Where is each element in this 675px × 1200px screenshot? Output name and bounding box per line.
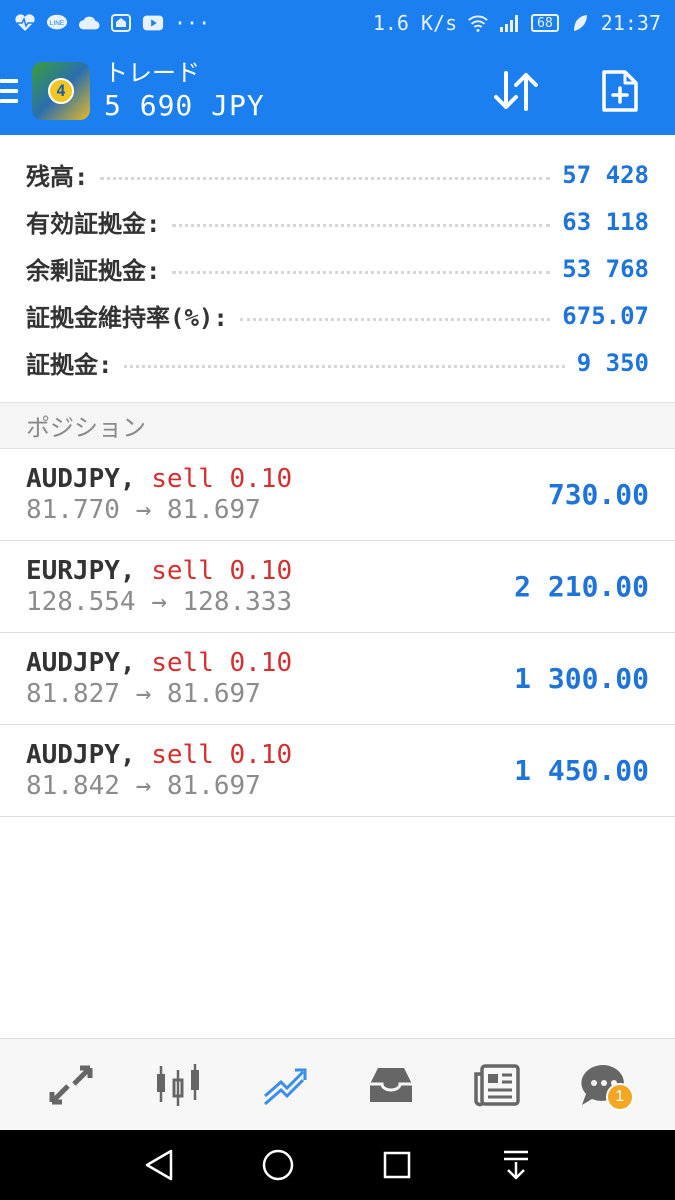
dotted-leader	[172, 271, 551, 274]
status-more: ···	[174, 11, 211, 35]
logo-badge: 4	[48, 77, 74, 104]
pull-down-icon	[503, 1150, 528, 1180]
summary-label: 証拠金維持率(%):	[26, 304, 228, 332]
sort-arrows-icon	[494, 70, 538, 111]
app-bar: 4 トレード 5 690 JPY	[0, 46, 675, 135]
summary-row-balance: 残高: 57 428	[26, 151, 649, 198]
summary-value: 675.07	[562, 301, 649, 330]
metatrader-logo-icon: 4	[32, 61, 90, 120]
position-separator: ,	[119, 739, 136, 770]
sort-button[interactable]	[491, 66, 541, 116]
wifi-icon	[467, 13, 489, 33]
position-row[interactable]: AUDJPY, sell 0.10 81.827 → 81.697 1 300.…	[0, 633, 675, 725]
summary-value: 63 118	[562, 207, 649, 236]
position-profit: 1 300.00	[514, 662, 649, 695]
title-block: トレード 5 690 JPY	[104, 58, 265, 124]
chat-badge: 1	[605, 1082, 634, 1111]
status-bar: LINE ··· 1.6 K/s 68 21:37	[0, 0, 675, 46]
position-separator: ,	[119, 647, 136, 678]
summary-row-margin: 証拠金: 9 350	[26, 339, 649, 386]
position-type: sell 0.10	[151, 739, 293, 770]
position-type: sell 0.10	[151, 555, 293, 586]
notification-pull-button[interactable]	[496, 1145, 536, 1185]
position-type: sell 0.10	[151, 463, 293, 494]
summary-label: 有効証拠金:	[26, 210, 161, 238]
quotes-arrows-icon	[49, 1065, 93, 1104]
system-navigation-bar	[0, 1130, 675, 1200]
line-app-icon: LINE	[46, 13, 68, 33]
battery-indicator: 68	[531, 14, 559, 32]
nav-chart[interactable]	[148, 1055, 208, 1115]
new-document-icon	[602, 69, 638, 112]
home-icon	[110, 13, 132, 33]
position-separator: ,	[119, 555, 136, 586]
position-profit: 1 450.00	[514, 754, 649, 787]
summary-label: 余剰証拠金:	[26, 257, 161, 285]
recents-square-icon	[383, 1151, 411, 1179]
leaf-icon	[569, 13, 591, 33]
summary-value: 53 768	[562, 254, 649, 283]
position-prices: 81.827 → 81.697	[26, 678, 261, 709]
nav-trade[interactable]	[254, 1055, 314, 1115]
position-type: sell 0.10	[151, 647, 293, 678]
trade-icon	[264, 1068, 307, 1105]
bottom-navigation: 1	[0, 1038, 675, 1130]
chart-candles-icon	[156, 1063, 199, 1106]
new-order-button[interactable]	[595, 66, 645, 116]
position-separator: ,	[119, 463, 136, 494]
position-row[interactable]: AUDJPY, sell 0.10 81.842 → 81.697 1 450.…	[0, 725, 675, 817]
signal-icon	[499, 13, 521, 33]
position-prices: 81.770 → 81.697	[26, 494, 261, 525]
dotted-leader	[172, 224, 551, 227]
summary-row-free-margin: 余剰証拠金: 53 768	[26, 245, 649, 292]
back-button[interactable]	[139, 1145, 179, 1185]
positions-list: AUDJPY, sell 0.10 81.770 → 81.697 730.00…	[0, 449, 675, 817]
summary-row-equity: 有効証拠金: 63 118	[26, 198, 649, 245]
position-prices: 81.842 → 81.697	[26, 770, 261, 801]
position-symbol: AUDJPY	[26, 647, 120, 678]
summary-value: 57 428	[562, 160, 649, 189]
position-symbol: AUDJPY	[26, 739, 120, 770]
mailbox-icon	[369, 1067, 412, 1102]
summary-label: 証拠金:	[26, 351, 113, 379]
nav-history[interactable]	[361, 1055, 421, 1115]
positions-section-header: ポジション	[0, 402, 675, 449]
nav-chat[interactable]: 1	[574, 1055, 634, 1115]
account-summary: 残高: 57 428 有効証拠金: 63 118 余剰証拠金: 53 768 証…	[0, 135, 675, 402]
network-speed: 1.6 K/s	[372, 11, 458, 35]
clock: 21:37	[600, 11, 661, 35]
position-symbol: AUDJPY	[26, 463, 120, 494]
summary-value: 9 350	[576, 348, 649, 377]
position-row[interactable]: EURJPY, sell 0.10 128.554 → 128.333 2 21…	[0, 541, 675, 633]
svg-text:LINE: LINE	[50, 20, 64, 27]
recents-button[interactable]	[377, 1145, 417, 1185]
position-profit: 2 210.00	[514, 570, 649, 603]
page-title: トレード	[104, 58, 200, 87]
home-button[interactable]	[258, 1145, 298, 1185]
position-prices: 128.554 → 128.333	[26, 586, 293, 617]
summary-row-margin-level: 証拠金維持率(%): 675.07	[26, 292, 649, 339]
dotted-leader	[100, 177, 551, 180]
heart-pulse-icon	[14, 13, 36, 33]
back-triangle-icon	[146, 1149, 173, 1181]
dotted-leader	[239, 318, 551, 321]
menu-icon[interactable]	[0, 46, 28, 135]
youtube-icon	[142, 13, 164, 33]
nav-quotes[interactable]	[41, 1055, 101, 1115]
position-row[interactable]: AUDJPY, sell 0.10 81.770 → 81.697 730.00	[0, 449, 675, 541]
profit-total: 5 690 JPY	[104, 88, 265, 122]
cloud-icon	[78, 13, 100, 33]
home-circle-icon	[262, 1149, 294, 1181]
position-symbol: EURJPY	[26, 555, 120, 586]
dotted-leader	[124, 365, 565, 368]
summary-label: 残高:	[26, 163, 89, 191]
position-profit: 730.00	[547, 478, 649, 511]
nav-news[interactable]	[467, 1055, 527, 1115]
news-icon	[474, 1063, 520, 1106]
